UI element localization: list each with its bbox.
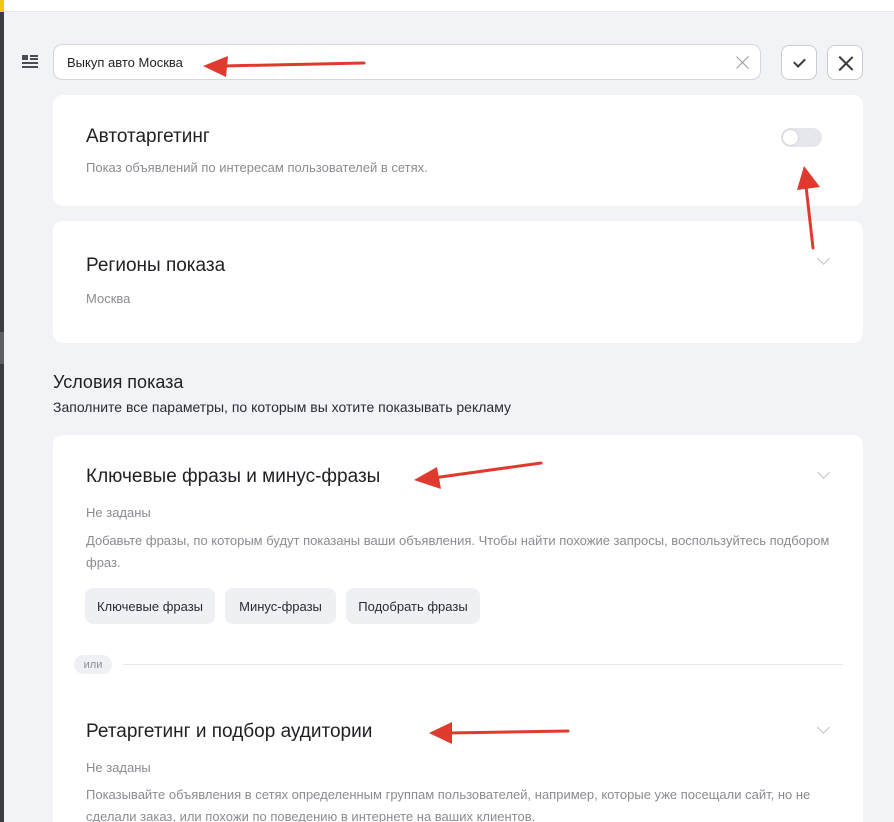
top-bar <box>4 0 894 12</box>
confirm-button[interactable] <box>781 45 817 80</box>
regions-card[interactable]: Регионы показа Москва <box>53 221 863 343</box>
group-name-value: Выкуп авто Москва <box>67 54 183 70</box>
left-rail <box>0 0 4 822</box>
close-icon <box>837 55 854 72</box>
keywords-title: Ключевые фразы и минус-фразы <box>86 466 381 487</box>
regions-title: Регионы показа <box>86 255 226 276</box>
minus-phrases-button[interactable]: Минус-фразы <box>225 588 336 624</box>
cancel-button[interactable] <box>827 45 863 80</box>
keywords-status: Не заданы <box>86 505 151 520</box>
conditions-subtitle: Заполните все параметры, по которым вы х… <box>53 399 511 415</box>
keywords-description: Добавьте фразы, по которым будут показан… <box>86 533 830 570</box>
pick-phrases-button[interactable]: Подобрать фразы <box>346 588 480 624</box>
autotargeting-card: Автотаргетинг Показ объявлений по интере… <box>53 95 863 206</box>
group-name-input[interactable]: Выкуп авто Москва <box>53 44 761 80</box>
conditions-title: Условия показа <box>53 372 184 392</box>
chevron-down-icon[interactable] <box>817 721 830 734</box>
divider <box>123 664 843 665</box>
check-icon <box>793 55 806 68</box>
or-label: или <box>74 655 112 674</box>
retargeting-description: Показывайте объявления в сетях определен… <box>86 787 811 822</box>
autotargeting-toggle[interactable] <box>781 128 822 147</box>
rail-handle[interactable] <box>0 332 4 364</box>
keywords-button[interactable]: Ключевые фразы <box>85 588 215 624</box>
drag-handle-icon[interactable] <box>22 55 38 69</box>
regions-value: Москва <box>86 291 131 306</box>
retargeting-title: Ретаргетинг и подбор аудитории <box>86 721 373 742</box>
retargeting-status: Не заданы <box>86 760 151 775</box>
toggle-knob <box>783 130 798 145</box>
chevron-down-icon[interactable] <box>817 252 830 265</box>
clear-icon[interactable] <box>735 55 750 70</box>
chevron-down-icon[interactable] <box>817 466 830 479</box>
conditions-card: Ключевые фразы и минус-фразы Не заданы Д… <box>53 435 863 822</box>
autotargeting-description: Показ объявлений по интересам пользовате… <box>86 160 428 175</box>
autotargeting-title: Автотаргетинг <box>86 126 210 147</box>
